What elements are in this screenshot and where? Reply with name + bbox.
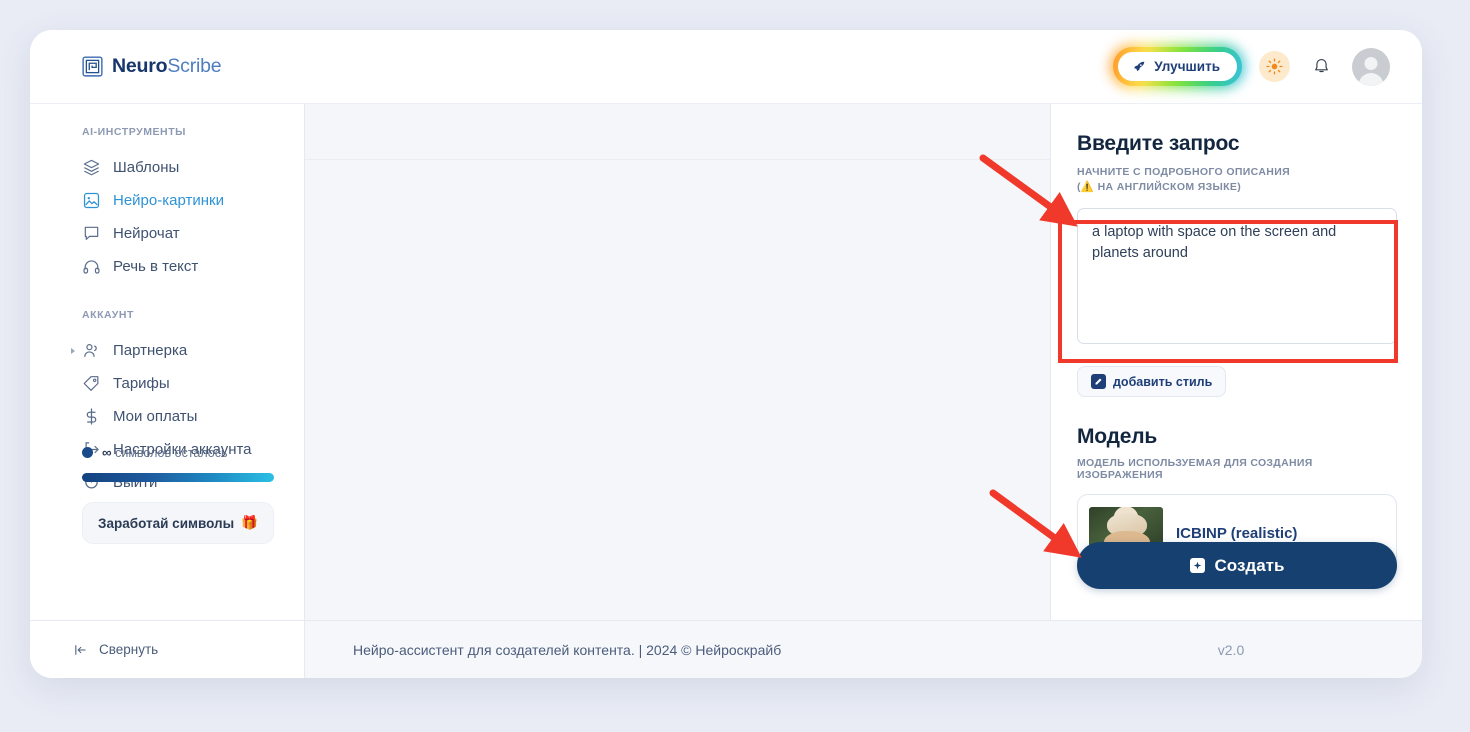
body-row: AI-ИНСТРУМЕНТЫ Шаблоны Нейро-картинки Не… — [30, 103, 1422, 620]
sidebar-item-tariffs[interactable]: Тарифы — [30, 367, 304, 400]
app-window: NeuroScribe Улучшить AI-ИНСТРУМЕНТЫ Шабл… — [30, 30, 1422, 678]
sidebar-item-partners[interactable]: Партнерка — [30, 334, 304, 367]
users-icon — [84, 344, 97, 357]
upgrade-button[interactable]: Улучшить — [1118, 52, 1237, 81]
sidebar-item-label: Мои оплаты — [113, 408, 198, 425]
user-avatar[interactable] — [1352, 47, 1390, 86]
credits-row: ∞ символов осталось — [82, 445, 274, 460]
upgrade-button-wrapper: Улучшить — [1110, 44, 1245, 89]
prompt-input[interactable] — [1077, 208, 1397, 345]
footer-text: Нейро-ассистент для создателей контента.… — [353, 641, 782, 658]
sidebar-section-label-tools: AI-ИНСТРУМЕНТЫ — [82, 126, 186, 138]
model-section-title: Модель — [1077, 425, 1158, 449]
brand-name-bold: Neuro — [112, 55, 168, 77]
create-button-label: Создать — [1214, 555, 1285, 575]
brand-name: NeuroScribe — [112, 55, 222, 78]
credits-amount: ∞ — [102, 445, 112, 460]
sidebar-item-label: Тарифы — [113, 375, 170, 392]
chat-bubble-icon — [84, 226, 99, 240]
dollar-icon — [86, 408, 97, 425]
footer-bar: Свернуть Нейро-ассистент для создателей … — [30, 620, 1422, 678]
credits-text: ∞ символов осталось — [102, 445, 228, 460]
bell-icon — [1314, 58, 1328, 73]
prompt-section-title: Введите запрос — [1077, 132, 1240, 155]
sidebar-item-label: Нейро-картинки — [113, 192, 224, 209]
upgrade-button-label: Улучшить — [1154, 59, 1220, 74]
sidebar-item-speech-to-text[interactable]: Речь в текст — [30, 250, 304, 283]
model-section-subtitle: МОДЕЛЬ ИСПОЛЬЗУЕМАЯ ДЛЯ СОЗДАНИЯ ИЗОБРАЖ… — [1077, 457, 1313, 482]
collapse-left-icon — [75, 644, 86, 655]
collapse-label: Свернуть — [99, 642, 159, 657]
footer-version: v2.0 — [1217, 641, 1245, 658]
sidebar-item-label: Нейрочат — [113, 225, 180, 242]
tag-icon — [83, 376, 99, 391]
rocket-icon — [1134, 61, 1145, 71]
edit-pencil-icon — [1091, 374, 1106, 390]
model-name-label: ICBINP (realistic) — [1176, 524, 1298, 542]
right-settings-panel: Введите запрос НАЧНИТЕ С ПОДРОБНОГО ОПИС… — [1050, 103, 1422, 620]
image-icon — [83, 192, 100, 209]
sidebar-item-neuro-images[interactable]: Нейро-картинки — [30, 184, 304, 217]
sidebar-item-neuro-chat[interactable]: Нейрочат — [30, 217, 304, 250]
sidebar-item-my-payments[interactable]: Мои оплаты — [30, 400, 304, 433]
sidebar-item-label: Шаблоны — [113, 159, 180, 176]
nested-square-logo-icon — [82, 56, 103, 77]
sidebar-item-templates[interactable]: Шаблоны — [30, 151, 304, 184]
earn-characters-button[interactable]: Заработай символы 🎁 — [82, 502, 274, 544]
canvas-divider — [305, 159, 1050, 160]
notifications-button[interactable] — [1307, 53, 1335, 81]
credits-status-dot — [82, 447, 93, 458]
screen-root: NeuroScribe Улучшить AI-ИНСТРУМЕНТЫ Шабл… — [0, 0, 1470, 732]
prompt-subtitle-line2: НА АНГЛИЙСКОМ ЯЗЫКЕ) — [1097, 181, 1242, 194]
add-style-label: добавить стиль — [1113, 374, 1213, 389]
sidebar-item-label: Партнерка — [113, 342, 188, 359]
layers-icon — [83, 159, 100, 176]
credits-block: ∞ символов осталось Заработай символы 🎁 — [82, 445, 274, 544]
top-bar-actions: Улучшить — [1110, 44, 1390, 89]
brand-logo-group[interactable]: NeuroScribe — [82, 55, 222, 78]
create-button[interactable]: Создать — [1077, 542, 1397, 589]
gift-icon: 🎁 — [241, 515, 258, 530]
credits-label: символов осталось — [115, 446, 228, 460]
credits-progress-bar — [82, 473, 274, 482]
sidebar-section-label-account: АККАУНТ — [82, 309, 134, 321]
headphones-icon — [83, 260, 100, 274]
sidebar-item-label: Речь в текст — [113, 258, 199, 275]
chevron-right-icon — [71, 347, 75, 354]
sidebar-section-gap — [30, 283, 304, 309]
sparkle-square-icon — [1189, 558, 1205, 573]
earn-characters-label: Заработай символы — [98, 515, 235, 531]
warning-triangle-icon: ⚠️ — [1080, 181, 1095, 194]
sidebar: AI-ИНСТРУМЕНТЫ Шаблоны Нейро-картинки Не… — [30, 103, 305, 620]
sun-icon — [1266, 58, 1283, 75]
top-bar: NeuroScribe Улучшить — [30, 30, 1422, 103]
theme-toggle-button[interactable] — [1259, 51, 1290, 82]
prompt-subtitle-line1: НАЧНИТЕ С ПОДРОБНОГО ОПИСАНИЯ — [1077, 166, 1290, 178]
collapse-sidebar-button[interactable]: Свернуть — [30, 621, 305, 678]
brand-name-light: Scribe — [167, 55, 222, 77]
prompt-section-subtitle: НАЧНИТЕ С ПОДРОБНОГО ОПИСАНИЯ (⚠️ НА АНГ… — [1077, 165, 1397, 195]
add-style-button[interactable]: добавить стиль — [1077, 366, 1227, 398]
main-canvas — [305, 103, 1050, 620]
